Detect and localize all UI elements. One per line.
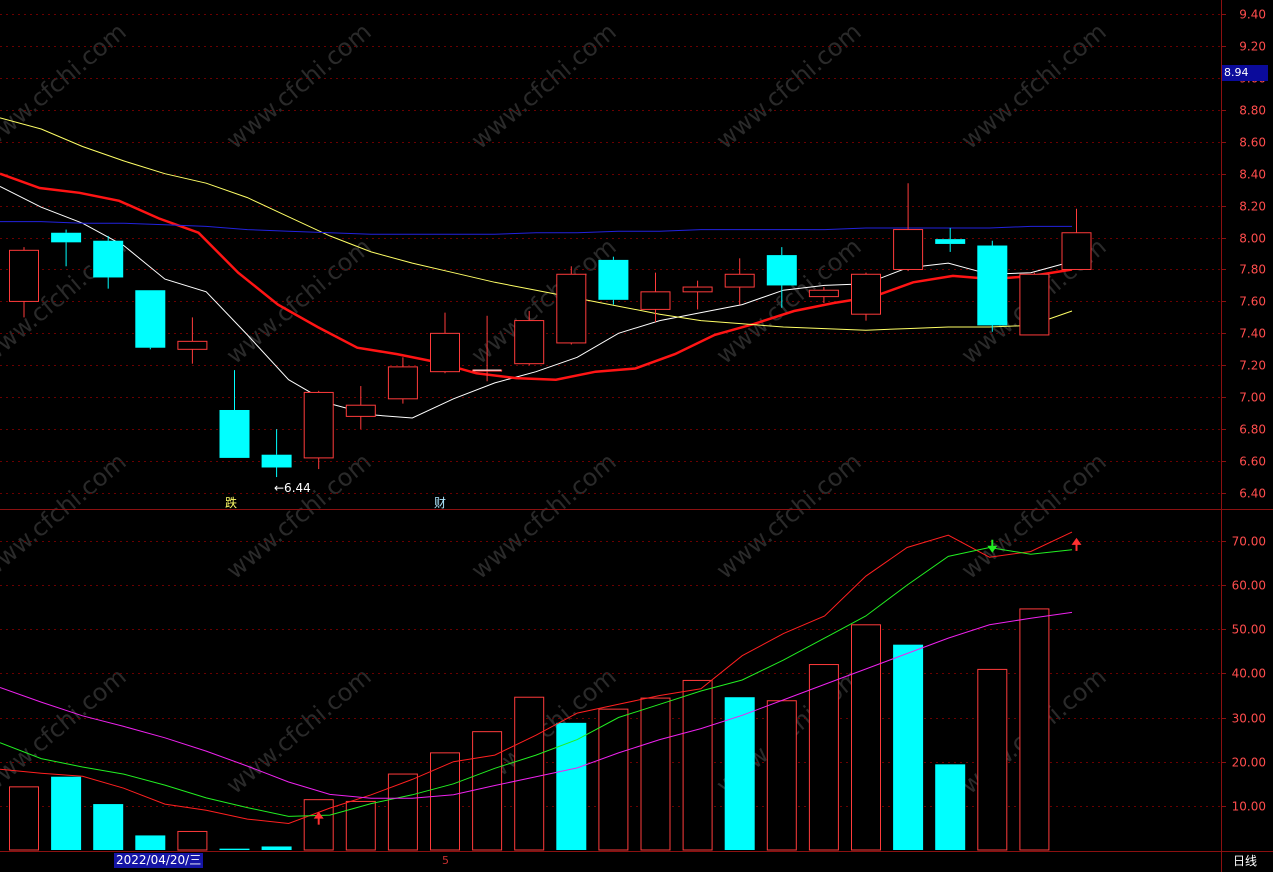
price-tick-label: 8.00 bbox=[1239, 232, 1266, 246]
x-axis-tick-label: 5 bbox=[442, 854, 449, 867]
indicator-tick-label: 20.00 bbox=[1232, 756, 1266, 770]
volume-bar bbox=[430, 752, 460, 851]
candle-body bbox=[724, 273, 755, 288]
watermark-text: www.cfchi.com bbox=[221, 662, 377, 799]
signal-label-die: 跌 bbox=[225, 496, 238, 510]
candle-body bbox=[556, 273, 587, 344]
volume-bar bbox=[51, 776, 82, 850]
period-selector[interactable]: 日线 bbox=[1233, 854, 1257, 869]
candle-body bbox=[935, 239, 966, 244]
volume-bar bbox=[345, 800, 376, 851]
volume-bar bbox=[219, 848, 250, 850]
candle-body bbox=[430, 332, 460, 373]
watermark-text: www.cfchi.com bbox=[221, 232, 377, 369]
watermark-text: www.cfchi.com bbox=[221, 17, 377, 154]
volume-bar bbox=[1019, 608, 1050, 851]
indicator-tick-label: 10.00 bbox=[1232, 800, 1266, 814]
candle-body bbox=[682, 286, 713, 293]
volume-bar bbox=[177, 830, 208, 851]
volume-bar bbox=[9, 786, 39, 851]
indicator-tick-label: 50.00 bbox=[1232, 623, 1266, 637]
candle-body bbox=[1019, 273, 1050, 336]
candle-body bbox=[640, 291, 671, 310]
price-tick-label: 9.40 bbox=[1239, 8, 1266, 22]
watermark-text: www.cfchi.com bbox=[0, 447, 132, 584]
volume-bar bbox=[387, 773, 418, 851]
volume-bar bbox=[303, 799, 334, 851]
candle-body bbox=[893, 229, 924, 270]
price-tick-label: 8.40 bbox=[1239, 168, 1266, 182]
signal-label-cai: 财 bbox=[434, 496, 447, 510]
volume-bar bbox=[682, 679, 713, 851]
watermark-text: www.cfchi.com bbox=[956, 17, 1112, 154]
candle-body bbox=[303, 391, 334, 459]
indicator-tick-label: 60.00 bbox=[1232, 579, 1266, 593]
current-price-tag: 8.94 bbox=[1222, 65, 1268, 81]
candle-body bbox=[135, 290, 166, 348]
watermark-text: www.cfchi.com bbox=[711, 17, 867, 154]
candle-body bbox=[93, 240, 124, 278]
volume-bar bbox=[935, 764, 966, 850]
indicator-tick-label: 70.00 bbox=[1232, 535, 1266, 549]
candle-body bbox=[219, 409, 250, 458]
volume-bar bbox=[472, 731, 503, 851]
candle-body bbox=[977, 245, 1008, 326]
price-tick-label: 8.60 bbox=[1239, 136, 1266, 150]
candle-body bbox=[598, 259, 629, 300]
candle-body bbox=[808, 289, 839, 298]
watermark-text: www.cfchi.com bbox=[0, 17, 132, 154]
indicator-tick-label: 40.00 bbox=[1232, 667, 1266, 681]
candle-body bbox=[514, 320, 545, 365]
watermark-text: www.cfchi.com bbox=[466, 447, 622, 584]
price-tick-label: 6.40 bbox=[1239, 487, 1266, 501]
price-tick-label: 8.80 bbox=[1239, 104, 1266, 118]
price-tick-label: 8.20 bbox=[1239, 200, 1266, 214]
stock-chart: www.cfchi.com www.cfchi.com www.cfchi.com w… bbox=[0, 0, 1273, 872]
volume-bar bbox=[724, 697, 755, 850]
volume-bar bbox=[808, 664, 839, 851]
volume-bar bbox=[261, 846, 292, 850]
candle-body bbox=[51, 232, 82, 243]
candle-body bbox=[851, 273, 881, 315]
price-tick-label: 7.40 bbox=[1239, 327, 1266, 341]
price-tick-label: 6.60 bbox=[1239, 455, 1266, 469]
low-price-label: ←6.44 bbox=[274, 481, 311, 495]
indicator-tick-label: 30.00 bbox=[1232, 712, 1266, 726]
volume-bar bbox=[135, 835, 166, 850]
watermark-text: www.cfchi.com bbox=[711, 447, 867, 584]
price-tick-label: 9.20 bbox=[1239, 40, 1266, 54]
volume-bar bbox=[766, 700, 797, 851]
price-tick-label: 6.80 bbox=[1239, 423, 1266, 437]
price-tick-label: 7.80 bbox=[1239, 263, 1266, 277]
watermark-text: www.cfchi.com bbox=[221, 447, 377, 584]
price-tick-label: 7.00 bbox=[1239, 391, 1266, 405]
candle-body bbox=[345, 404, 376, 417]
candle-body bbox=[9, 249, 39, 302]
watermark-text: www.cfchi.com bbox=[956, 447, 1112, 584]
candle-body bbox=[177, 340, 208, 350]
candle-body bbox=[261, 454, 292, 468]
volume-bar bbox=[977, 668, 1008, 851]
price-tick-label: 7.60 bbox=[1239, 295, 1266, 309]
volume-bar bbox=[598, 708, 629, 851]
cursor-date-label: 2022/04/20/三 bbox=[114, 853, 204, 868]
volume-bar bbox=[514, 696, 545, 851]
volume-bar bbox=[851, 624, 881, 851]
watermark-text: www.cfchi.com bbox=[466, 17, 622, 154]
volume-bar bbox=[93, 804, 124, 850]
volume-bar bbox=[640, 697, 671, 851]
candle-body bbox=[1061, 232, 1092, 270]
candle-body bbox=[766, 255, 797, 286]
candle-body bbox=[387, 366, 418, 400]
volume-bar bbox=[893, 644, 924, 850]
price-tick-label: 7.20 bbox=[1239, 359, 1266, 373]
